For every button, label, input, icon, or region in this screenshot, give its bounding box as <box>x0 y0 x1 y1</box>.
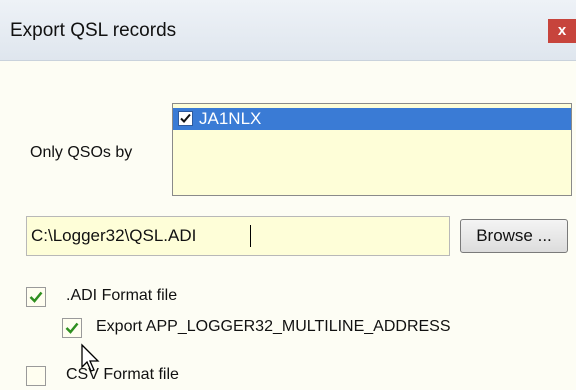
checkmark-icon <box>29 291 43 303</box>
checkmark-icon <box>65 322 79 334</box>
adi-format-label: .ADI Format file <box>66 287 178 304</box>
close-button[interactable]: x <box>548 19 576 43</box>
adi-format-checkbox[interactable] <box>26 287 46 307</box>
mouse-cursor-icon <box>81 343 100 372</box>
title-bar: Export QSL records x <box>0 0 576 61</box>
csv-format-checkbox[interactable] <box>26 366 46 386</box>
list-item-label: JA1NLX <box>199 109 262 128</box>
checkmark-icon <box>180 113 191 123</box>
text-caret <box>250 225 251 247</box>
only-qsos-label: Only QSOs by <box>30 144 133 161</box>
multiline-address-label: Export APP_LOGGER32_MULTILINE_ADDRESS <box>96 318 451 335</box>
browse-button[interactable]: Browse ... <box>460 219 568 253</box>
list-item-checkbox[interactable] <box>178 111 193 126</box>
multiline-address-checkbox[interactable] <box>62 318 82 338</box>
file-path-input[interactable] <box>26 216 450 256</box>
window-title: Export QSL records <box>10 20 177 41</box>
close-icon: x <box>557 22 567 39</box>
callsign-listbox[interactable]: JA1NLX <box>172 103 572 196</box>
list-item[interactable]: JA1NLX <box>173 108 571 130</box>
